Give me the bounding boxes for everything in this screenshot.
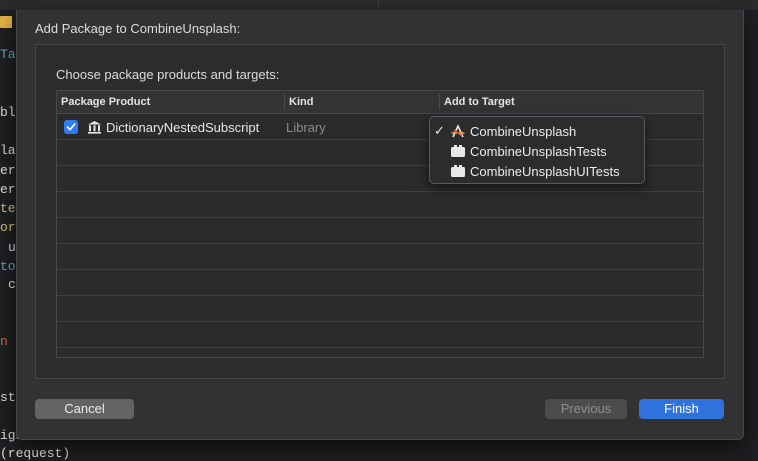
menu-item-combineunsplashuitests[interactable]: CombineUnsplashUITests: [430, 161, 644, 181]
code-fragment: st: [0, 390, 16, 405]
menu-item-combineunsplashtests[interactable]: CombineUnsplashTests: [430, 141, 644, 161]
add-package-sheet: Add Package to CombineUnsplash: Choose p…: [16, 10, 744, 440]
code-fragment: Ta: [0, 47, 16, 62]
code-fragment: c: [8, 277, 16, 292]
column-divider[interactable]: [439, 94, 440, 110]
empty-row: [57, 270, 703, 296]
empty-row: [57, 322, 703, 348]
code-fragment: te: [0, 201, 16, 216]
test-bundle-icon: [451, 145, 465, 157]
folder-icon: [0, 16, 12, 28]
menu-item-label: CombineUnsplash: [470, 124, 577, 139]
package-products-panel: Choose package products and targets: Pac…: [35, 44, 725, 379]
empty-row: [57, 192, 703, 218]
panel-subtitle: Choose package products and targets:: [56, 67, 280, 82]
column-header-add-to-target[interactable]: Add to Target: [444, 96, 515, 108]
code-fragment: (request): [0, 446, 71, 461]
empty-row: [57, 218, 703, 244]
column-divider[interactable]: [284, 94, 285, 110]
selected-checkmark-icon: ✓: [434, 123, 445, 138]
finish-button[interactable]: Finish: [639, 399, 724, 419]
table-header: Package Product Kind Add to Target: [57, 91, 703, 114]
code-fragment: to: [0, 259, 16, 274]
package-products-table: Package Product Kind Add to Target Dicti…: [56, 90, 704, 358]
code-fragment: n: [0, 334, 8, 349]
editor-tab-bar: [0, 0, 758, 10]
column-header-kind[interactable]: Kind: [289, 96, 313, 108]
menu-item-combineunsplash[interactable]: ✓ CombineUnsplash: [430, 121, 644, 141]
menu-item-label: CombineUnsplashTests: [470, 144, 607, 159]
product-kind: Library: [286, 120, 326, 135]
test-bundle-icon: [451, 165, 465, 177]
add-to-target-menu[interactable]: ✓ CombineUnsplash CombineUnsplashTests C…: [429, 116, 645, 184]
editor-tab-divider: [378, 0, 379, 10]
product-name: DictionaryNestedSubscript: [106, 120, 260, 135]
cancel-button[interactable]: Cancel: [35, 399, 134, 419]
empty-row: [57, 296, 703, 322]
code-fragment: bl: [0, 105, 16, 120]
include-product-checkbox[interactable]: [64, 120, 78, 134]
previous-button[interactable]: Previous: [545, 399, 627, 419]
code-fragment: er: [0, 182, 16, 197]
checkmark-icon: [66, 123, 76, 131]
menu-item-label: CombineUnsplashUITests: [470, 164, 620, 179]
app-target-icon: [451, 124, 465, 138]
empty-row: [57, 244, 703, 270]
library-building-icon: [88, 121, 101, 134]
column-header-package-product[interactable]: Package Product: [61, 96, 150, 108]
sheet-title: Add Package to CombineUnsplash:: [35, 21, 241, 36]
code-fragment: u: [8, 240, 16, 255]
code-fragment: la: [0, 143, 16, 158]
code-fragment: er: [0, 163, 16, 178]
code-fragment: or: [0, 220, 16, 235]
